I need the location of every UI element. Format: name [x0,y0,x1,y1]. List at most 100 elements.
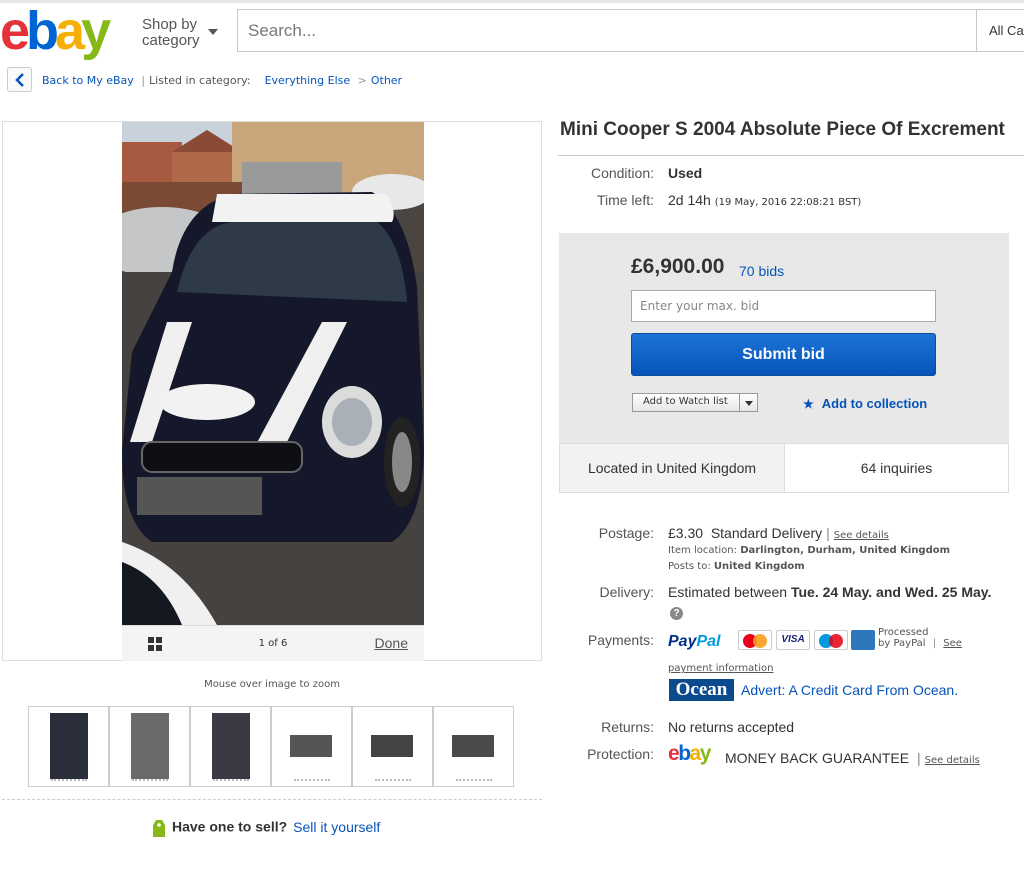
done-button[interactable]: Done [375,635,408,651]
money-back-guarantee: MONEY BACK GUARANTEE | See details [725,750,980,766]
delivery-dates: Tue. 24 May. and Wed. 25 May. [790,584,992,600]
item-location: Located in United Kingdom [560,444,785,492]
ebay-logo[interactable]: ebay [0,1,111,61]
subcategory-link[interactable]: Other [371,74,402,87]
time-left-value: 2d 14h [668,192,711,208]
bid-panel: £6,900.00 70 bids Submit bid Add to Watc… [559,233,1009,443]
sell-it-yourself-link[interactable]: Sell it yourself [293,819,380,835]
add-to-collection-label: Add to collection [821,396,928,411]
payments-label: Payments: [587,632,654,648]
see-payment-link[interactable]: See [943,638,962,649]
inquiries-count: 64 inquiries [785,444,1008,492]
help-icon-wrapper[interactable]: ? [670,603,683,621]
submit-bid-button[interactable]: Submit bid [631,333,936,376]
payment-information-wrapper: payment information [668,658,773,676]
end-time: (19 May, 2016 22:08:21 BST) [714,197,862,208]
condition-label: Condition: [590,165,654,181]
amex-icon [851,630,875,650]
mastercard-icon [738,630,772,650]
bid-count-link[interactable]: 70 bids [739,263,784,279]
watch-list-label: Add to Watch list [643,396,728,407]
condition-value: Used [668,165,703,181]
listed-in-label: Listed in category: [149,74,251,87]
paypal-logo: PayPal [668,633,720,651]
back-button[interactable] [7,67,32,92]
time-left-label: Time left: [596,192,654,208]
thumbnail-1[interactable] [28,706,109,787]
shop-by-label-line1: Shop by [142,16,198,33]
logo-letter-b: b [26,1,59,61]
posts-to-line: Posts to: United Kingdom [668,561,805,572]
delivery-estimate: Estimated between Tue. 24 May. and Wed. … [668,584,991,600]
processed-line1: Processed [878,627,929,638]
car-photo-illustration [122,122,424,625]
main-product-image[interactable] [122,122,424,625]
returns-value: No returns accepted [668,719,795,735]
mbg-letter-y: y [699,742,712,765]
logo-letter-a: a [55,1,85,61]
logo-letter-y: y [81,1,111,61]
tag-icon [153,820,165,837]
mbg-letter-e: e [668,742,680,765]
shop-by-category-button[interactable]: Shop by category [142,16,218,49]
thumbnail-5[interactable] [352,706,433,787]
item-location-line: Item location: Darlington, Durham, Unite… [668,545,950,556]
chevron-left-icon [15,73,24,87]
maestro-icon [814,630,848,650]
sell-prompt: Have one to sell? Sell it yourself [152,818,380,838]
max-bid-input[interactable] [631,290,936,322]
chevron-down-icon [208,29,218,35]
shop-by-label-line2: category [142,32,200,49]
money-back-label: MONEY BACK GUARANTEE [725,750,910,766]
current-price: £6,900.00 [631,255,725,278]
item-title: Mini Cooper S 2004 Absolute Piece Of Exc… [560,119,1005,140]
add-to-collection-link[interactable]: ★ Add to collection [803,396,927,411]
watch-list-dropdown[interactable] [739,394,757,411]
ocean-advert-link[interactable]: Advert: A Credit Card From Ocean. [741,682,958,698]
item-location-label: Item location: [668,545,737,556]
visa-icon: VISA [776,630,810,650]
processed-line2-text: by PayPal [878,638,926,649]
thumbnail-3[interactable] [190,706,271,787]
add-to-watch-list-button[interactable]: Add to Watch list [632,393,758,412]
processed-line2: by PayPal | See [878,638,962,649]
mbg-letter-b: b [678,742,691,765]
postage-see-details-link[interactable]: See details [834,530,889,541]
star-icon: ★ [803,397,814,411]
postage-cost: £3.30 [668,525,704,541]
search-input[interactable] [238,10,968,51]
delivery-label: Delivery: [599,584,654,600]
thumbnail-4[interactable] [271,706,352,787]
category-select[interactable]: All Ca [976,10,1024,51]
chevron-down-icon [745,401,753,406]
image-gallery: 1 of 6 Done [2,121,542,661]
guarantee-see-details-link[interactable]: See details [925,755,980,766]
logo-letter-e: e [0,1,30,61]
category-link[interactable]: Everything Else [265,74,351,87]
postage-type: Standard Delivery [710,525,823,541]
ebay-guarantee-logo: ebay [668,742,712,766]
breadcrumb-separator: | [141,74,146,87]
title-divider [558,155,1024,156]
delivery-prefix: Estimated between [668,584,788,600]
posts-to-value: United Kingdom [713,561,805,572]
top-border [0,0,1024,3]
breadcrumb: Back to My eBay | Listed in category: Eve… [42,74,402,87]
processed-by-paypal: Processed by PayPal | See [878,627,962,649]
back-to-my-ebay-link[interactable]: Back to My eBay [42,74,134,87]
postage-value: £3.30 Standard Delivery | See details [668,525,889,541]
thumbnail-6[interactable] [433,706,514,787]
thumbnail-2[interactable] [109,706,190,787]
image-pager: 1 of 6 Done [122,625,424,661]
posts-to-label: Posts to: [668,561,711,572]
payment-information-link[interactable]: payment information [668,663,773,674]
time-left: 2d 14h (19 May, 2016 22:08:21 BST) [668,192,861,208]
sell-question: Have one to sell? [172,818,288,835]
postage-label: Postage: [598,525,654,541]
item-location-value: Darlington, Durham, United Kingdom [740,545,951,556]
ocean-logo[interactable]: Ocean [669,679,734,701]
mbg-letter-a: a [689,742,702,765]
paypal-part2: Pal [696,633,721,650]
breadcrumb-arrow: > [357,74,367,87]
search-bar: All Ca [237,9,1024,52]
